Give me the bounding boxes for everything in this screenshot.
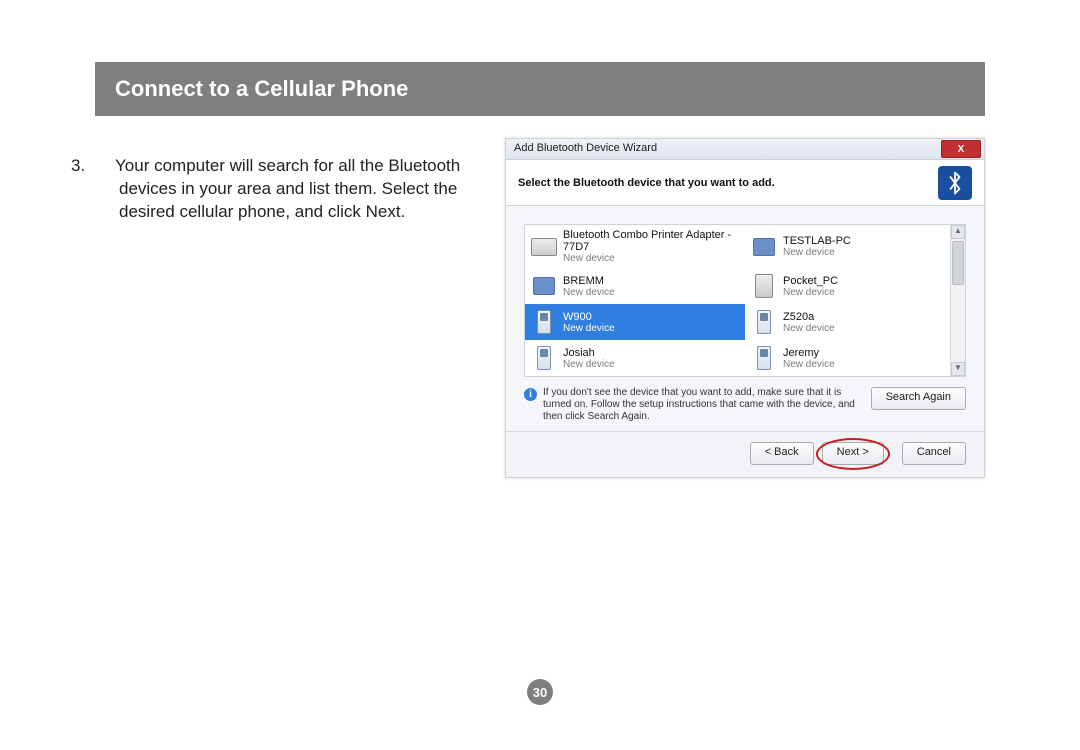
device-name: Pocket_PC [783,275,838,287]
step-text: Your computer will search for all the Bl… [115,156,460,221]
device-item[interactable]: Z520aNew device [745,304,965,340]
device-item[interactable]: W900New device [525,304,745,340]
device-name: TESTLAB-PC [783,235,851,247]
device-item[interactable]: Pocket_PCNew device [745,268,965,304]
device-status: New device [563,253,739,264]
device-text: Z520aNew device [783,311,835,334]
phone-icon [531,344,557,372]
device-status: New device [783,247,851,258]
device-item[interactable]: BREMMNew device [525,268,745,304]
next-button-highlight: Next > [822,442,884,465]
pc-icon [751,233,777,261]
device-status: New device [563,323,615,334]
device-name: Jeremy [783,347,835,359]
device-status: New device [563,287,615,298]
manual-page: Connect to a Cellular Phone 3.Your compu… [0,0,1080,750]
pc-icon [531,272,557,300]
hint-text: If you don't see the device that you wan… [543,387,861,423]
bluetooth-icon [938,166,972,200]
wizard-headline: Select the Bluetooth device that you wan… [518,177,775,189]
page-number: 30 [527,679,553,705]
bluetooth-wizard-window: Add Bluetooth Device Wizard X Select the… [505,138,985,478]
device-text: BREMMNew device [563,275,615,298]
device-text: JosiahNew device [563,347,615,370]
scroll-thumb[interactable] [952,241,964,285]
search-again-button[interactable]: Search Again [871,387,966,410]
device-status: New device [783,287,838,298]
device-status: New device [563,359,615,370]
scrollbar[interactable]: ▲ ▼ [950,225,965,376]
wizard-window-title: Add Bluetooth Device Wizard [506,139,665,159]
content-row: 3.Your computer will search for all the … [95,138,985,478]
scroll-down-button[interactable]: ▼ [951,362,965,376]
device-text: Bluetooth Combo Printer Adapter - 77D7Ne… [563,229,739,264]
device-item[interactable]: JosiahNew device [525,340,745,376]
device-status: New device [783,323,835,334]
device-text: JeremyNew device [783,347,835,370]
window-close-button[interactable]: X [941,140,981,158]
device-name: Bluetooth Combo Printer Adapter - 77D7 [563,229,739,253]
device-item[interactable]: TESTLAB-PCNew device [745,225,965,268]
phone-icon [751,344,777,372]
device-status: New device [783,359,835,370]
wizard-footer: < Back Next > Cancel [506,431,984,477]
section-title: Connect to a Cellular Phone [95,62,985,116]
wizard-header: Select the Bluetooth device that you wan… [506,160,984,206]
step-number: 3. [95,155,115,178]
instruction-step: 3.Your computer will search for all the … [95,138,505,241]
phone-icon [531,308,557,336]
device-list-panel: Bluetooth Combo Printer Adapter - 77D7Ne… [524,224,966,377]
device-name: BREMM [563,275,615,287]
device-name: Josiah [563,347,615,359]
device-name: W900 [563,311,615,323]
back-button[interactable]: < Back [750,442,814,465]
printer-icon [531,233,557,261]
device-text: W900New device [563,311,615,334]
device-name: Z520a [783,311,835,323]
next-button[interactable]: Next > [822,442,884,465]
device-item[interactable]: JeremyNew device [745,340,965,376]
hint-row: i If you don't see the device that you w… [506,385,984,431]
wizard-titlebar: Add Bluetooth Device Wizard X [506,139,984,160]
device-item[interactable]: Bluetooth Combo Printer Adapter - 77D7Ne… [525,225,745,268]
pda-icon [751,272,777,300]
info-icon: i [524,388,537,401]
cancel-button[interactable]: Cancel [902,442,966,465]
phone-icon [751,308,777,336]
device-text: TESTLAB-PCNew device [783,235,851,258]
scroll-up-button[interactable]: ▲ [951,225,965,239]
device-text: Pocket_PCNew device [783,275,838,298]
